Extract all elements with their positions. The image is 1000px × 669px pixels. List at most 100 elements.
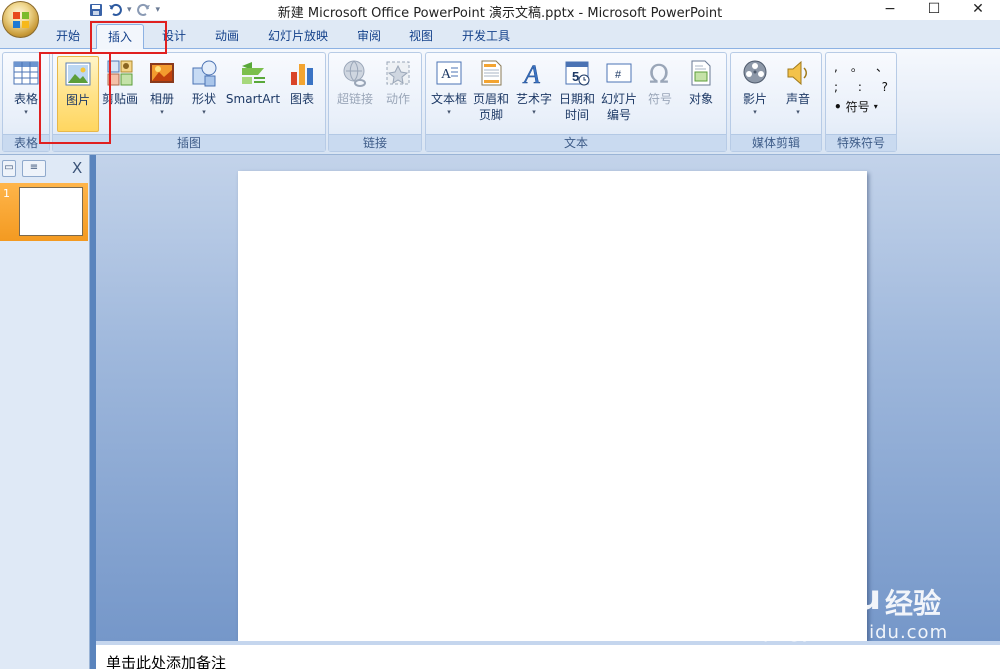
office-button[interactable] xyxy=(2,1,39,38)
chevron-down-icon: ▾ xyxy=(532,108,536,116)
svg-text:#: # xyxy=(615,69,622,81)
symbols-dropdown-button[interactable]: • 符号 ▾ xyxy=(832,97,890,117)
tab-developer[interactable]: 开发工具 xyxy=(456,24,516,49)
header-footer-button[interactable]: 页眉和 页脚 xyxy=(470,56,512,130)
symbol-row: ; : ? xyxy=(832,77,890,97)
smartart-button[interactable]: SmartArt xyxy=(225,56,281,130)
window-controls: − ☐ ✕ xyxy=(868,0,1000,20)
symbol-semicolon[interactable]: ; xyxy=(834,77,838,97)
maximize-button[interactable]: ☐ xyxy=(912,0,956,20)
watermark-url: jingyan.baidu.com xyxy=(765,622,949,643)
tab-view[interactable]: 视图 xyxy=(402,24,440,49)
picture-icon xyxy=(65,62,91,86)
ribbon-tab-bar: 开始 插入 设计 动画 幻灯片放映 审阅 视图 开发工具 xyxy=(0,20,1000,50)
slide-thumbnail[interactable] xyxy=(19,187,83,236)
group-label-text: 文本 xyxy=(426,134,726,151)
action-button[interactable]: 动作 xyxy=(377,56,419,130)
watermark-brand: 经验 xyxy=(885,587,942,620)
tab-insert[interactable]: 插入 xyxy=(96,24,144,50)
clipart-icon xyxy=(107,60,133,86)
symbol-colon[interactable]: : xyxy=(858,77,862,97)
slides-pane: ▭ ≡ X 1 xyxy=(0,155,90,669)
picture-button[interactable]: 图片 xyxy=(57,56,99,132)
chevron-down-icon: ▾ xyxy=(24,108,28,116)
symbol-period[interactable]: 。 xyxy=(851,57,863,77)
group-label-table: 表格 xyxy=(3,134,49,151)
chevron-down-icon: ▾ xyxy=(873,102,878,111)
date-time-button[interactable]: 5 日期和 时间 xyxy=(556,56,598,130)
window-title: 新建 Microsoft Office PowerPoint 演示文稿.pptx… xyxy=(277,6,723,21)
header-footer-icon xyxy=(481,60,502,86)
symbol-question[interactable]: ? xyxy=(882,77,888,97)
svg-text:A: A xyxy=(522,60,540,88)
ribbon: 表格 ▾ 表格 图片 剪贴画 相册 ▾ 形状 ▾ SmartArt 图表 插图 … xyxy=(0,49,1000,155)
notes-placeholder: 单击此处添加备注 xyxy=(106,654,227,669)
hyperlink-button[interactable]: 超链接 xyxy=(333,56,377,130)
chevron-down-icon: ▾ xyxy=(202,108,206,116)
sound-button[interactable]: 声音 ▾ xyxy=(777,56,819,130)
tab-design[interactable]: 设计 xyxy=(154,24,194,49)
table-icon xyxy=(13,61,39,85)
svg-text:A: A xyxy=(441,67,452,82)
symbol-comma[interactable]: , xyxy=(834,57,838,77)
shapes-button[interactable]: 形状 ▾ xyxy=(183,56,225,130)
symbol-enumeration-comma[interactable]: 、 xyxy=(876,57,888,77)
symbol-row: , 。 、 xyxy=(832,57,890,77)
slide-number-button[interactable]: # 幻灯片 编号 xyxy=(598,56,640,130)
slide-number-icon: # xyxy=(606,63,632,83)
photo-album-icon xyxy=(150,63,174,83)
watermark-logo: Bai du xyxy=(765,578,881,618)
group-table: 表格 ▾ 表格 xyxy=(2,52,50,152)
chevron-down-icon: ▾ xyxy=(796,108,800,116)
wordart-button[interactable]: A 艺术字 ▾ xyxy=(512,56,556,130)
tab-outline[interactable]: ≡ xyxy=(22,160,46,177)
hyperlink-icon xyxy=(343,60,366,87)
minimize-button[interactable]: − xyxy=(868,0,912,20)
smartart-icon xyxy=(242,62,265,84)
chart-icon xyxy=(291,64,313,85)
svg-text:Ω: Ω xyxy=(649,60,669,88)
chart-button[interactable]: 图表 xyxy=(281,56,323,130)
group-media: 影片 ▾ 声音 ▾ 媒体剪辑 xyxy=(730,52,822,152)
group-label-special-symbols: 特殊符号 xyxy=(826,134,896,151)
close-pane-button[interactable]: X xyxy=(72,159,82,177)
office-logo-icon xyxy=(13,12,29,28)
chevron-down-icon: ▾ xyxy=(160,108,164,116)
group-text: A 文本框 ▾ 页眉和 页脚 A 艺术字 ▾ 5 日期和 时间 # 幻灯片 编号… xyxy=(425,52,727,152)
omega-icon: Ω xyxy=(649,60,669,88)
clipart-button[interactable]: 剪贴画 xyxy=(99,56,141,130)
group-illustrations: 图片 剪贴画 相册 ▾ 形状 ▾ SmartArt 图表 插图 xyxy=(52,52,326,152)
tab-home[interactable]: 开始 xyxy=(50,24,86,49)
wordart-icon: A xyxy=(522,60,541,88)
group-special-symbols: , 。 、 ; : ? • 符号 ▾ 特殊符号 xyxy=(825,52,897,152)
tab-slideshow[interactable]: 幻灯片放映 xyxy=(262,24,334,49)
speaker-icon xyxy=(787,60,807,86)
group-label-illustrations: 插图 xyxy=(53,134,325,151)
symbol-button[interactable]: Ω 符号 xyxy=(640,56,680,130)
textbox-button[interactable]: A 文本框 ▾ xyxy=(428,56,470,130)
photo-album-button[interactable]: 相册 ▾ xyxy=(141,56,183,130)
tab-review[interactable]: 审阅 xyxy=(350,24,388,49)
slides-pane-tabs: ▭ ≡ X xyxy=(0,158,90,178)
table-button[interactable]: 表格 ▾ xyxy=(5,56,47,130)
close-button[interactable]: ✕ xyxy=(956,0,1000,20)
calendar-icon: 5 xyxy=(565,61,590,86)
chevron-down-icon: ▾ xyxy=(753,108,757,116)
tab-animations[interactable]: 动画 xyxy=(208,24,246,49)
group-label-media: 媒体剪辑 xyxy=(731,134,821,151)
object-button[interactable]: 对象 xyxy=(680,56,722,130)
tab-slides[interactable]: ▭ xyxy=(2,160,16,177)
shapes-icon xyxy=(192,60,217,87)
textbox-icon: A xyxy=(436,61,462,85)
object-icon xyxy=(691,60,711,86)
slide-thumbnail-item[interactable]: 1 xyxy=(0,183,88,241)
svg-text:5: 5 xyxy=(572,69,579,84)
group-links: 超链接 动作 链接 xyxy=(328,52,422,152)
slide-number: 1 xyxy=(3,187,10,200)
movie-button[interactable]: 影片 ▾ xyxy=(733,56,777,130)
bullet-icon: • xyxy=(834,100,842,114)
group-label-links: 链接 xyxy=(329,134,421,151)
action-icon xyxy=(386,61,410,85)
baidu-watermark: Bai du 经验 jingyan.baidu.com xyxy=(765,560,965,650)
chevron-down-icon: ▾ xyxy=(447,108,451,116)
